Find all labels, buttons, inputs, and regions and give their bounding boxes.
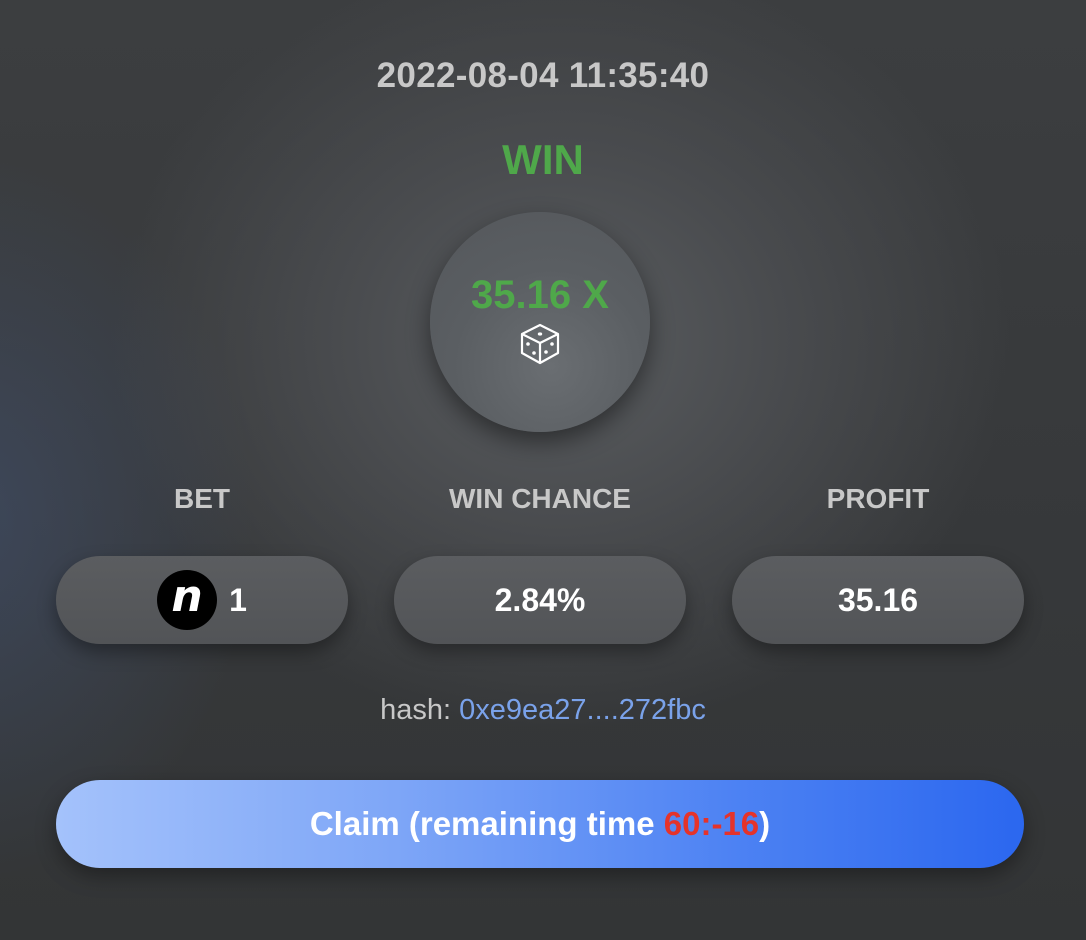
- claim-remaining-time: 60:-16: [663, 805, 760, 842]
- bet-value-box: n 1: [56, 556, 348, 644]
- profit-label: PROFIT: [826, 483, 930, 514]
- hash-label: hash:: [380, 694, 452, 726]
- multiplier-display: 35.16 X: [430, 212, 650, 432]
- bet-timestamp: 2022-08-04 11:35:40: [376, 56, 710, 95]
- dice-icon: [520, 323, 560, 364]
- profit-value: 35.16: [837, 581, 919, 618]
- profit-value-box: 35.16: [732, 556, 1024, 644]
- win-chance-value-box: 2.84%: [394, 556, 686, 644]
- claim-button[interactable]: Claim (remaining time 60:-16): [56, 780, 1024, 868]
- multiplier-value: 35.16 X: [471, 272, 609, 317]
- n-token-icon: n: [157, 570, 218, 630]
- claim-label-prefix: Claim (remaining time: [309, 805, 664, 842]
- hash-row: hash: 0xe9ea27....272fbc: [0, 694, 1086, 727]
- hash-link[interactable]: 0xe9ea27....272fbc: [459, 694, 706, 726]
- claim-label-suffix: ): [759, 805, 771, 842]
- result-status: WIN: [502, 136, 584, 183]
- win-chance-value: 2.84%: [494, 581, 586, 618]
- token-letter: n: [171, 571, 203, 622]
- bet-label: BET: [174, 483, 230, 514]
- bet-value: 1: [229, 581, 247, 618]
- win-chance-label: WIN CHANCE: [449, 483, 631, 514]
